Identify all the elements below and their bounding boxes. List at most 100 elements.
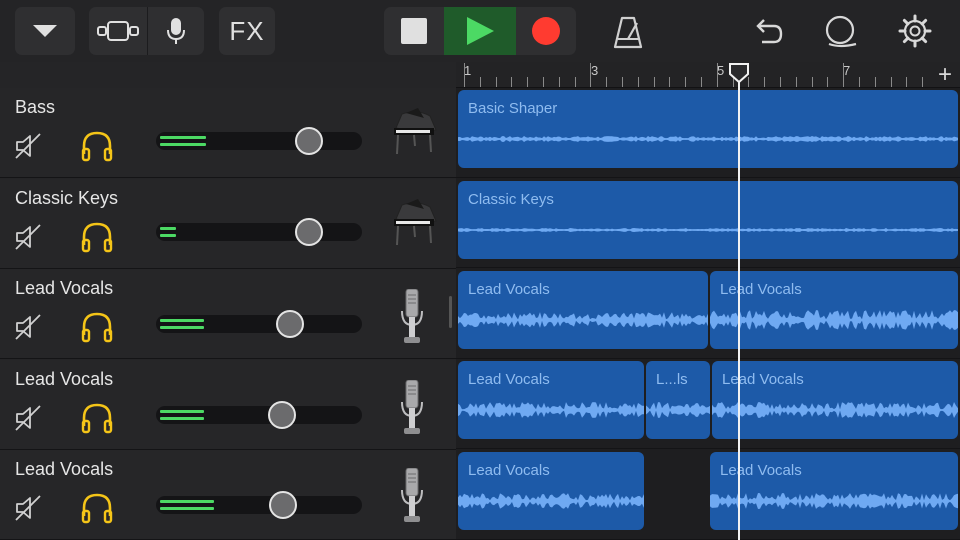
ruler-tick — [922, 77, 924, 87]
region[interactable]: Lead Vocals — [712, 361, 958, 439]
volume-knob[interactable] — [268, 401, 296, 429]
volume-knob[interactable] — [276, 310, 304, 338]
headphones-icon[interactable] — [80, 221, 114, 253]
ruler-tick — [637, 77, 639, 87]
volume-slider[interactable] — [156, 406, 362, 424]
ruler-tick — [795, 77, 797, 87]
stop-button[interactable] — [384, 7, 444, 55]
fx-label: FX — [229, 15, 265, 46]
mute-icon[interactable] — [14, 404, 42, 432]
undo-icon — [756, 19, 783, 44]
volume-slider[interactable] — [156, 223, 362, 241]
settings-icon — [898, 14, 932, 48]
ruler-tick — [653, 77, 655, 87]
ruler-tick — [464, 63, 465, 87]
ruler-tick — [685, 77, 687, 87]
region-name: Lead Vocals — [722, 371, 804, 388]
settings-button[interactable] — [895, 11, 935, 51]
level-meter — [160, 326, 204, 329]
waveform — [458, 402, 644, 418]
record-icon — [532, 17, 560, 45]
waveform — [710, 310, 958, 330]
ruler-tick — [701, 77, 702, 87]
headphones-icon[interactable] — [80, 402, 114, 434]
metronome-icon — [613, 16, 643, 49]
mic-icon — [167, 18, 185, 44]
region[interactable]: L...ls — [646, 361, 710, 439]
ruler-tick — [590, 63, 592, 87]
metronome-button[interactable] — [606, 12, 650, 52]
microphone-icon[interactable] — [401, 380, 423, 436]
region-name: Classic Keys — [468, 191, 554, 208]
region[interactable]: Lead Vocals — [458, 271, 708, 349]
track-view-button[interactable] — [89, 7, 147, 55]
ruler-tick — [558, 77, 560, 87]
volume-slider[interactable] — [156, 315, 362, 333]
mute-icon[interactable] — [14, 313, 42, 341]
track-header-bass[interactable]: Bass — [0, 88, 456, 178]
resize-handle[interactable] — [449, 296, 452, 328]
track-header-classic-keys[interactable]: Classic Keys — [0, 179, 456, 269]
ruler-tick — [479, 77, 481, 87]
volume-knob[interactable] — [295, 127, 323, 155]
record-button[interactable] — [516, 7, 576, 55]
waveform — [646, 402, 710, 418]
ruler-tick — [811, 77, 813, 87]
play-icon — [467, 17, 494, 45]
playhead-line — [738, 70, 740, 540]
waveform — [712, 402, 958, 418]
headphones-icon[interactable] — [80, 130, 114, 162]
microphone-icon[interactable] — [401, 468, 423, 524]
fx-button[interactable]: FX — [219, 7, 275, 55]
volume-knob[interactable] — [295, 218, 323, 246]
mute-icon[interactable] — [14, 223, 42, 251]
region-name: Lead Vocals — [468, 281, 550, 298]
grand-piano-icon[interactable] — [388, 199, 440, 249]
track-name: Classic Keys — [15, 188, 119, 208]
add-section-button[interactable]: + — [938, 62, 952, 88]
track-header-lead-vocals-3[interactable]: Lead Vocals — [0, 450, 456, 540]
timeline-ruler[interactable]: 1 3 5 7 + — [456, 62, 960, 88]
play-button[interactable] — [444, 7, 516, 55]
level-meter — [160, 500, 214, 503]
ruler-tick — [890, 77, 892, 87]
grand-piano-icon[interactable] — [388, 108, 440, 158]
ruler-tick — [859, 77, 860, 87]
region[interactable]: Classic Keys — [458, 181, 958, 259]
region[interactable]: Lead Vocals — [710, 271, 958, 349]
region-name: Lead Vocals — [720, 281, 802, 298]
track-headers: Bass Classic Keys Lead Vocals Lead Vocal… — [0, 62, 456, 540]
tracks-area: Basic Shaper Classic Keys Lead Vocals Le… — [456, 88, 960, 540]
loop-browser-button[interactable] — [820, 11, 860, 51]
ruler-tick — [511, 77, 513, 87]
dropdown-icon — [33, 25, 57, 37]
volume-knob[interactable] — [269, 491, 297, 519]
region[interactable]: Lead Vocals — [458, 452, 644, 530]
track-header-lead-vocals-2[interactable]: Lead Vocals — [0, 360, 456, 450]
ruler-tick — [764, 77, 766, 87]
waveform — [458, 136, 958, 142]
track-header-lead-vocals-1[interactable]: Lead Vocals — [0, 269, 456, 359]
smart-controls-button[interactable] — [148, 7, 204, 55]
volume-slider[interactable] — [156, 496, 362, 514]
headphones-icon[interactable] — [80, 492, 114, 524]
track-name: Lead Vocals — [15, 369, 114, 389]
track-name: Lead Vocals — [15, 459, 114, 479]
undo-button[interactable] — [748, 12, 788, 52]
toolbar: FX — [0, 0, 960, 62]
level-meter — [160, 507, 214, 510]
waveform — [458, 228, 958, 232]
dropdown-button[interactable] — [15, 7, 75, 55]
headphones-icon[interactable] — [80, 311, 114, 343]
ruler-tick — [574, 77, 576, 87]
region[interactable]: Basic Shaper — [458, 90, 958, 168]
bar-number: 5 — [717, 63, 725, 78]
microphone-icon[interactable] — [401, 289, 423, 345]
mute-icon[interactable] — [14, 494, 42, 522]
track-name: Lead Vocals — [15, 278, 114, 298]
mute-icon[interactable] — [14, 132, 42, 160]
region[interactable]: Lead Vocals — [710, 452, 958, 530]
playhead-handle[interactable] — [728, 62, 750, 84]
region[interactable]: Lead Vocals — [458, 361, 644, 439]
volume-slider[interactable] — [156, 132, 362, 150]
